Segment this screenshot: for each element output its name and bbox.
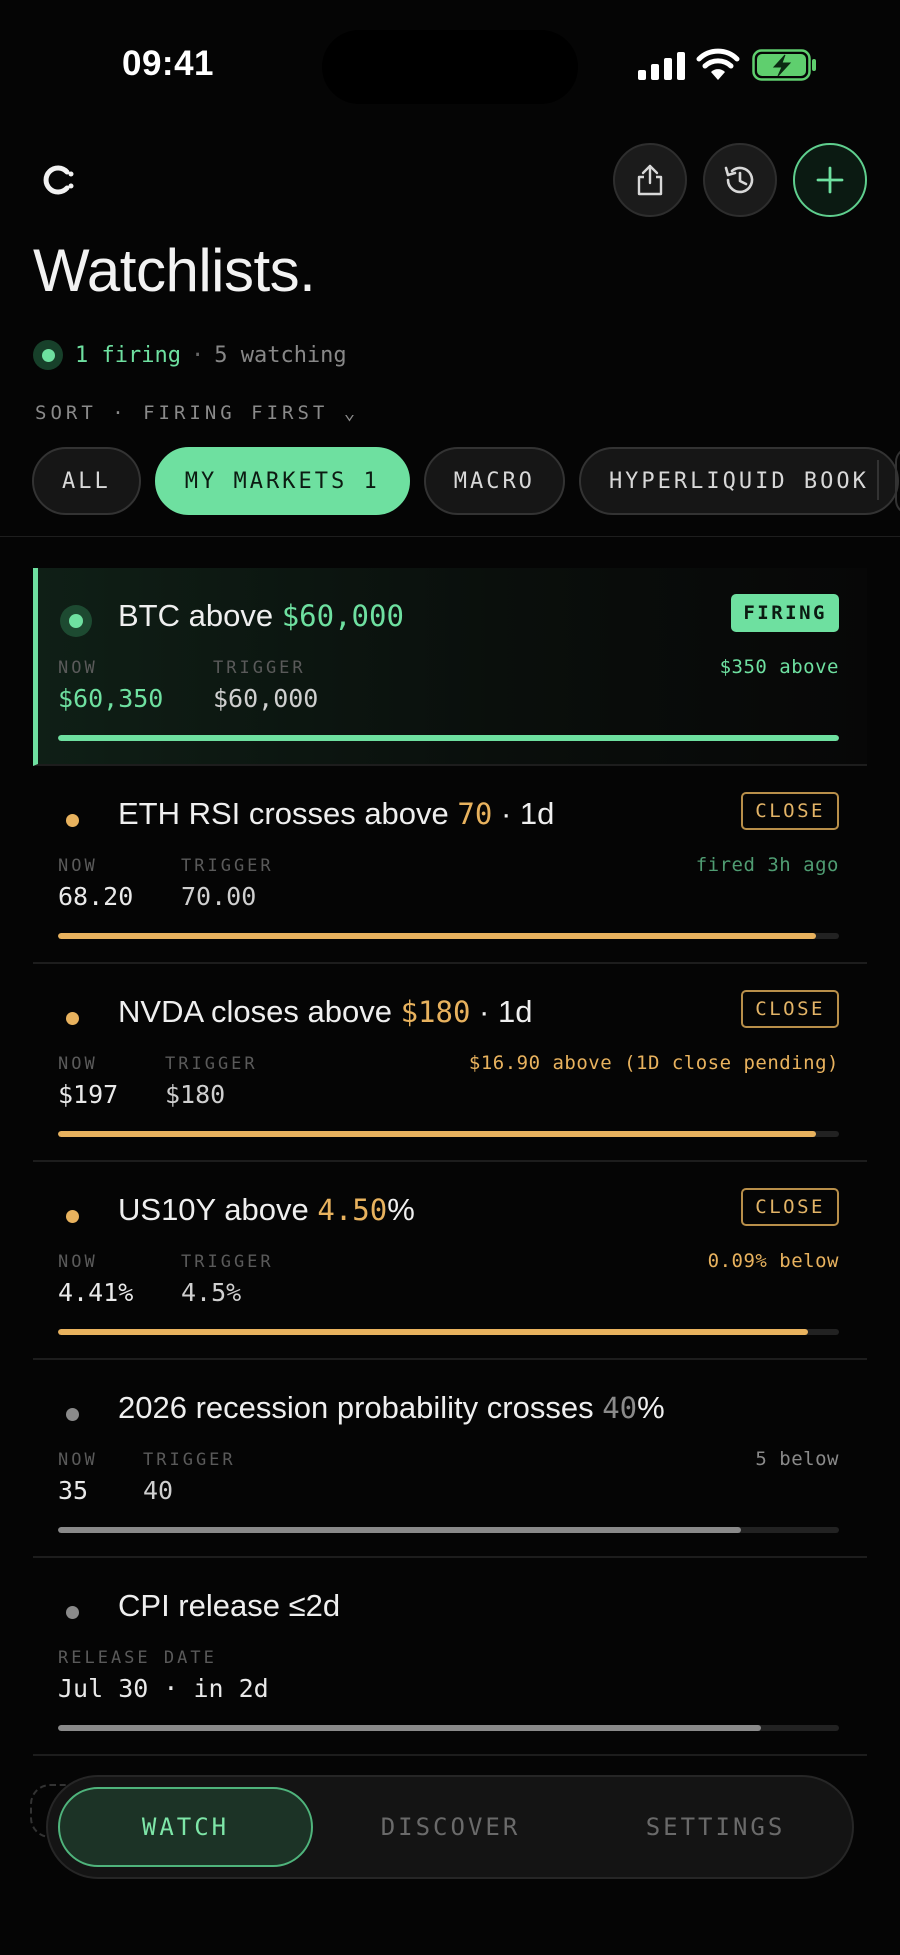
progress-fill <box>58 933 816 939</box>
alert-card-btc[interactable]: BTC above $60,000 FIRING NOW TRIGGER $60… <box>33 568 867 766</box>
now-value: 4.41% <box>58 1278 134 1307</box>
progress-fill <box>58 735 839 741</box>
trigger-value: 70.00 <box>181 882 257 911</box>
now-label: NOW <box>58 1252 98 1272</box>
now-value: $197 <box>58 1080 119 1109</box>
alert-title: NVDA closes above $180 · 1d <box>118 994 533 1029</box>
filter-chips: ALL MY MARKETS 1 MACRO HYPERLIQUID BOOK <box>32 447 899 515</box>
share-button[interactable] <box>613 143 687 217</box>
progress-bar <box>58 735 839 741</box>
firing-dot-icon <box>60 605 92 637</box>
cellular-signal-icon <box>638 52 686 80</box>
divider <box>0 536 900 537</box>
status-bar: 09:41 <box>0 0 900 120</box>
alert-card-cpi[interactable]: CPI release ≤2d RELEASE DATE Jul 30 · in… <box>33 1558 867 1756</box>
trigger-label: TRIGGER <box>143 1450 236 1470</box>
battery-charging-icon <box>752 49 816 81</box>
alert-title: CPI release ≤2d <box>118 1588 341 1623</box>
progress-fill <box>58 1527 742 1533</box>
release-date-label: RELEASE DATE <box>58 1648 217 1668</box>
trigger-label: TRIGGER <box>165 1054 258 1074</box>
now-value: 35 <box>58 1476 89 1505</box>
close-button[interactable]: CLOSE <box>741 792 839 830</box>
share-icon <box>637 164 663 196</box>
alert-list: BTC above $60,000 FIRING NOW TRIGGER $60… <box>33 568 867 1756</box>
trigger-value: $180 <box>165 1080 226 1109</box>
now-label: NOW <box>58 1054 98 1074</box>
dynamic-island <box>322 30 578 104</box>
logo-icon[interactable] <box>38 160 78 200</box>
trigger-label: TRIGGER <box>181 856 274 876</box>
progress-bar <box>58 933 839 939</box>
trigger-value: 4.5% <box>181 1278 242 1307</box>
chip-divider <box>877 460 879 500</box>
watch-summary: 1 firing · 5 watching <box>33 340 347 370</box>
status-dot-icon <box>66 1606 79 1619</box>
now-label: NOW <box>58 1450 98 1470</box>
status-dot-icon <box>66 814 79 827</box>
alert-status-note: 5 below <box>755 1448 839 1470</box>
now-label: NOW <box>58 658 98 678</box>
plus-icon <box>816 166 844 194</box>
status-dot-icon <box>66 1210 79 1223</box>
alert-status-note: 0.09% below <box>707 1250 839 1272</box>
firing-count: 1 firing <box>75 342 181 368</box>
close-button[interactable]: CLOSE <box>741 1188 839 1226</box>
alert-card-nvda[interactable]: NVDA closes above $180 · 1d CLOSE NOW TR… <box>33 964 867 1162</box>
tab-discover[interactable]: DISCOVER <box>323 1787 578 1867</box>
trigger-label: TRIGGER <box>181 1252 274 1272</box>
status-dot-icon <box>66 1012 79 1025</box>
status-dot-icon <box>66 1408 79 1421</box>
chip-all[interactable]: ALL <box>32 447 141 515</box>
page-title: Watchlists. <box>33 237 316 304</box>
status-time: 09:41 <box>122 44 215 83</box>
alert-title: 2026 recession probability crosses 40% <box>118 1390 665 1425</box>
now-value: 68.20 <box>58 882 134 911</box>
trigger-value: 40 <box>143 1476 174 1505</box>
progress-fill <box>58 1725 761 1731</box>
history-icon <box>724 166 754 194</box>
alert-status-note: $350 above <box>719 656 839 678</box>
alert-status-note: fired 3h ago <box>695 854 839 876</box>
tab-watch[interactable]: WATCH <box>58 1787 313 1867</box>
now-value: $60,350 <box>58 684 164 713</box>
sort-selector[interactable]: SORT · FIRING FIRST ⌄ <box>35 402 359 424</box>
alert-card-recession[interactable]: 2026 recession probability crosses 40% N… <box>33 1360 867 1558</box>
summary-separator: · <box>190 342 205 368</box>
alert-card-us10y[interactable]: US10Y above 4.50% CLOSE NOW TRIGGER 4.41… <box>33 1162 867 1360</box>
progress-fill <box>58 1131 816 1137</box>
history-button[interactable] <box>703 143 777 217</box>
firing-status-dot-icon <box>33 340 63 370</box>
chip-my-markets[interactable]: MY MARKETS 1 <box>154 447 410 515</box>
chip-macro[interactable]: MACRO <box>423 447 565 515</box>
alert-title: ETH RSI crosses above 70 · 1d <box>118 796 555 831</box>
wifi-icon <box>696 48 740 80</box>
progress-fill <box>58 1329 808 1335</box>
progress-bar <box>58 1329 839 1335</box>
trigger-value: $60,000 <box>213 684 319 713</box>
firing-badge: FIRING <box>731 594 839 632</box>
close-button[interactable]: CLOSE <box>741 990 839 1028</box>
chip-overflow[interactable] <box>895 447 900 515</box>
bottom-tab-bar: WATCH DISCOVER SETTINGS <box>46 1775 854 1879</box>
add-watchlist-button[interactable] <box>793 143 867 217</box>
tab-settings[interactable]: SETTINGS <box>588 1787 843 1867</box>
chip-hyperliquid-book[interactable]: HYPERLIQUID BOOK <box>578 447 899 515</box>
alert-status-note: $16.90 above (1D close pending) <box>468 1052 839 1074</box>
alert-card-eth-rsi[interactable]: ETH RSI crosses above 70 · 1d CLOSE NOW … <box>33 766 867 964</box>
trigger-label: TRIGGER <box>213 658 306 678</box>
progress-bar <box>58 1527 839 1533</box>
now-label: NOW <box>58 856 98 876</box>
watching-count: 5 watching <box>214 342 347 368</box>
release-date-value: Jul 30 · in 2d <box>58 1674 269 1703</box>
progress-bar <box>58 1725 839 1731</box>
alert-title: US10Y above 4.50% <box>118 1192 415 1227</box>
alert-title: BTC above $60,000 <box>118 598 404 633</box>
progress-bar <box>58 1131 839 1137</box>
